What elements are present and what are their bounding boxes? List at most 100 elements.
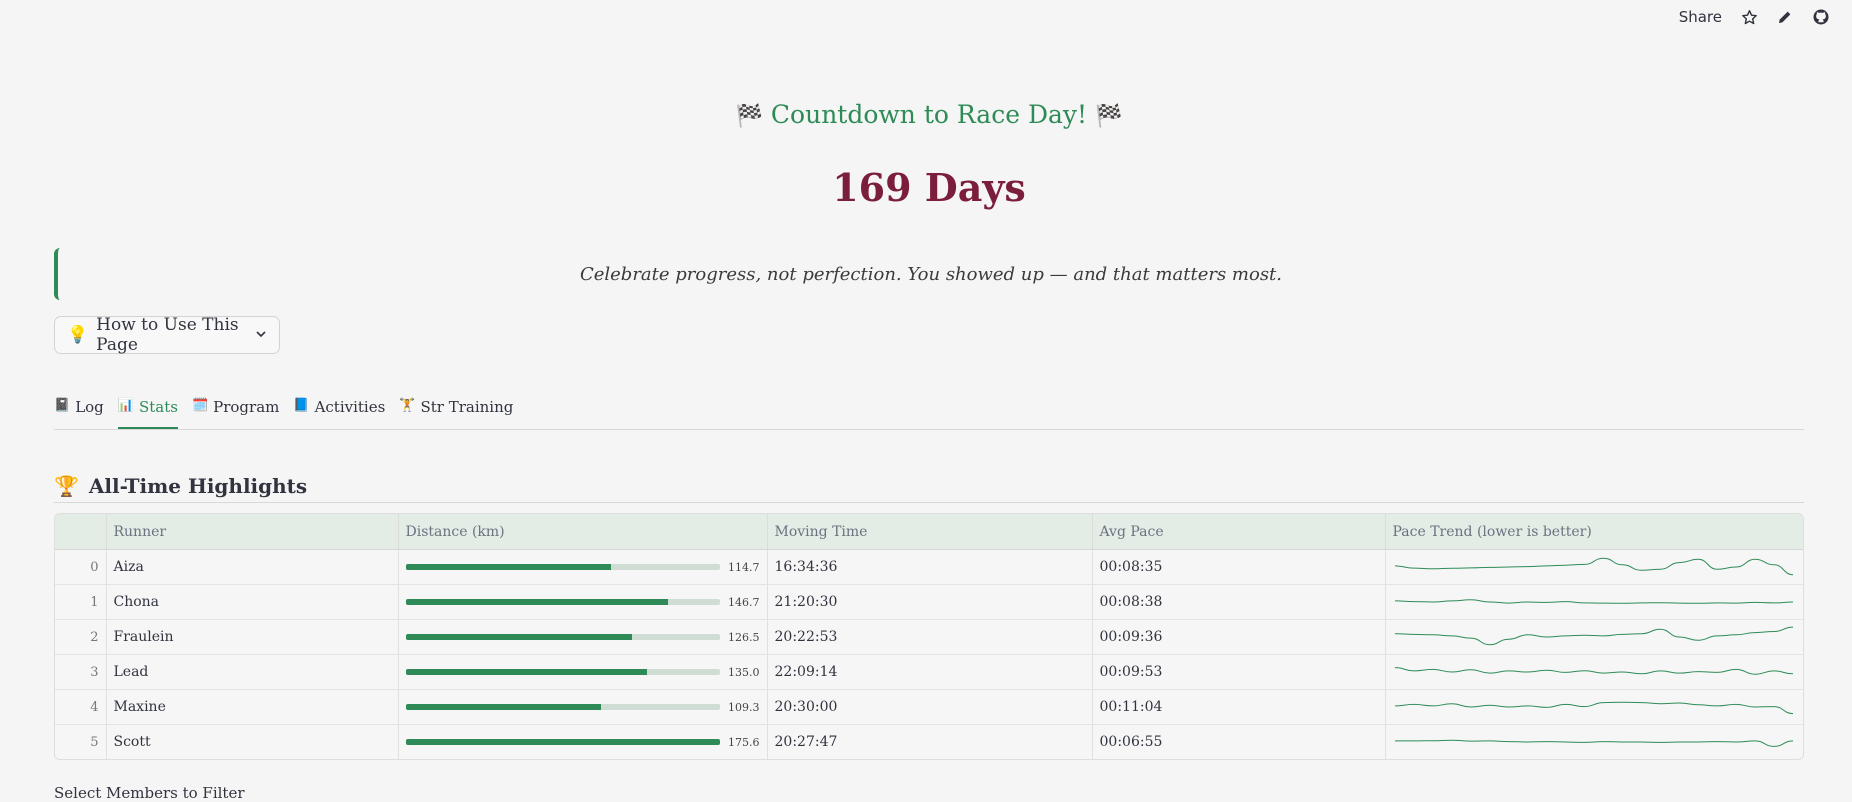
column-header-index[interactable] [55, 514, 107, 550]
runner-cell[interactable]: Aiza [106, 549, 399, 585]
tab-label: Activities [314, 398, 386, 416]
avg-pace-cell[interactable]: 00:11:04 [1092, 689, 1386, 725]
table-row[interactable]: 0 Aiza 114.7 16:34:36 00:08:35 [55, 549, 1803, 585]
column-header-pace-trend[interactable]: Pace Trend (lower is better) [1385, 514, 1803, 550]
pace-trend-line [1394, 557, 1793, 576]
distance-value: 135.0 [728, 665, 760, 679]
table-row[interactable]: 2 Fraulein 126.5 20:22:53 00:09:36 [55, 619, 1803, 655]
pace-sparkline [1394, 599, 1793, 604]
distance-progress: 146.7 [405, 595, 760, 609]
column-header-moving-time[interactable]: Moving Time [767, 514, 1093, 550]
github-icon[interactable] [1812, 8, 1830, 26]
distance-value: 114.7 [728, 560, 760, 574]
distance-bar-fill [405, 704, 602, 710]
avg-pace-cell[interactable]: 00:08:38 [1092, 584, 1386, 620]
pace-trend-cell[interactable] [1385, 619, 1803, 655]
table-row[interactable]: 3 Lead 135.0 22:09:14 00:09:53 [55, 654, 1803, 690]
how-to-use-expander[interactable]: 💡 How to Use This Page [54, 315, 280, 355]
row-index-cell[interactable]: 1 [55, 584, 107, 620]
calendar-icon: 🗓️ [191, 398, 209, 413]
how-to-use-label: How to Use This Page [96, 315, 239, 355]
row-index-cell[interactable]: 5 [55, 724, 107, 759]
distance-bar-fill [405, 634, 633, 640]
section-heading: 🏆 All-Time Highlights [54, 470, 1804, 503]
distance-bar-fill [405, 599, 669, 605]
chevron-down-icon [255, 325, 267, 345]
row-index-cell[interactable]: 0 [55, 549, 107, 585]
runner-cell[interactable]: Chona [106, 584, 399, 620]
moving-time-cell[interactable]: 20:27:47 [767, 724, 1093, 759]
distance-progress: 114.7 [405, 560, 760, 574]
tab-activities[interactable]: 📘 Activities [293, 396, 385, 427]
row-index-cell[interactable]: 4 [55, 689, 107, 725]
table-row[interactable]: 1 Chona 146.7 21:20:30 00:08:38 [55, 584, 1803, 620]
distance-value: 146.7 [728, 595, 760, 609]
moving-time-cell[interactable]: 21:20:30 [767, 584, 1093, 620]
pace-trend-line [1394, 739, 1793, 747]
pace-trend-line [1394, 701, 1793, 715]
top-toolbar: Share [1679, 0, 1852, 34]
table-row[interactable]: 5 Scott 175.6 20:27:47 00:06:55 [55, 724, 1803, 760]
quote-text: Celebrate progress, not perfection. You … [579, 263, 1283, 285]
moving-time-cell[interactable]: 22:09:14 [767, 654, 1093, 690]
distance-bar-track [405, 704, 720, 710]
share-button[interactable]: Share [1679, 8, 1722, 26]
distance-cell[interactable]: 175.6 [398, 724, 768, 759]
avg-pace-cell[interactable]: 00:09:36 [1092, 619, 1386, 655]
distance-value: 109.3 [728, 700, 760, 714]
highlights-table[interactable]: Runner Distance (km) Moving Time Avg Pac… [54, 513, 1804, 760]
column-header-runner[interactable]: Runner [106, 514, 399, 550]
tab-label: Program [213, 398, 280, 416]
tab-stats[interactable]: 📊 Stats [117, 396, 178, 429]
pace-trend-cell[interactable] [1385, 549, 1803, 585]
distance-cell[interactable]: 146.7 [398, 584, 768, 620]
pace-trend-cell[interactable] [1385, 584, 1803, 620]
distance-cell[interactable]: 109.3 [398, 689, 768, 725]
pace-sparkline [1394, 557, 1793, 576]
distance-progress: 135.0 [405, 665, 760, 679]
moving-time-cell[interactable]: 20:30:00 [767, 689, 1093, 725]
table-row[interactable]: 4 Maxine 109.3 20:30:00 00:11:04 [55, 689, 1803, 725]
runner-cell[interactable]: Maxine [106, 689, 399, 725]
tab-str-training[interactable]: 🏋️ Str Training [399, 396, 513, 427]
pace-sparkline [1394, 701, 1793, 715]
distance-bar-fill [405, 564, 611, 570]
avg-pace-cell[interactable]: 00:08:35 [1092, 549, 1386, 585]
tab-log[interactable]: 📓 Log [54, 396, 104, 427]
pace-trend-cell[interactable] [1385, 689, 1803, 725]
runner-cell[interactable]: Fraulein [106, 619, 399, 655]
column-header-distance[interactable]: Distance (km) [398, 514, 768, 550]
distance-cell[interactable]: 135.0 [398, 654, 768, 690]
tab-program[interactable]: 🗓️ Program [192, 396, 279, 427]
runner-cell[interactable]: Scott [106, 724, 399, 759]
trophy-icon: 🏆 [54, 474, 79, 498]
pace-sparkline [1394, 739, 1793, 747]
pace-trend-cell[interactable] [1385, 654, 1803, 690]
checkered-flag-icon: 🏁 [1095, 104, 1123, 129]
column-header-avg-pace[interactable]: Avg Pace [1092, 514, 1386, 550]
distance-cell[interactable]: 114.7 [398, 549, 768, 585]
avg-pace-cell[interactable]: 00:06:55 [1092, 724, 1386, 759]
tab-label: Stats [138, 398, 178, 416]
checkered-flag-icon: 🏁 [735, 104, 763, 129]
row-index-cell[interactable]: 3 [55, 654, 107, 690]
page-title: 🏁 Countdown to Race Day! 🏁 [54, 100, 1804, 129]
distance-progress: 175.6 [405, 736, 760, 749]
distance-cell[interactable]: 126.5 [398, 619, 768, 655]
distance-bar-track [405, 669, 720, 675]
moving-time-cell[interactable]: 16:34:36 [767, 549, 1093, 585]
runner-cell[interactable]: Lead [106, 654, 399, 690]
weightlifter-icon: 🏋️ [399, 398, 416, 413]
avg-pace-cell[interactable]: 00:09:53 [1092, 654, 1386, 690]
pace-trend-cell[interactable] [1385, 725, 1803, 760]
distance-progress: 109.3 [405, 700, 760, 714]
star-icon[interactable] [1740, 8, 1758, 26]
book-icon: 📘 [293, 398, 310, 413]
pencil-icon[interactable] [1776, 8, 1794, 26]
distance-bar-track [405, 739, 720, 745]
row-index-cell[interactable]: 2 [55, 619, 107, 655]
tab-bar: 📓 Log 📊 Stats 🗓️ Program 📘 Activities 🏋️… [54, 396, 1804, 430]
distance-bar-track [405, 634, 720, 640]
section-title: All-Time Highlights [88, 474, 308, 498]
moving-time-cell[interactable]: 20:22:53 [767, 619, 1093, 655]
